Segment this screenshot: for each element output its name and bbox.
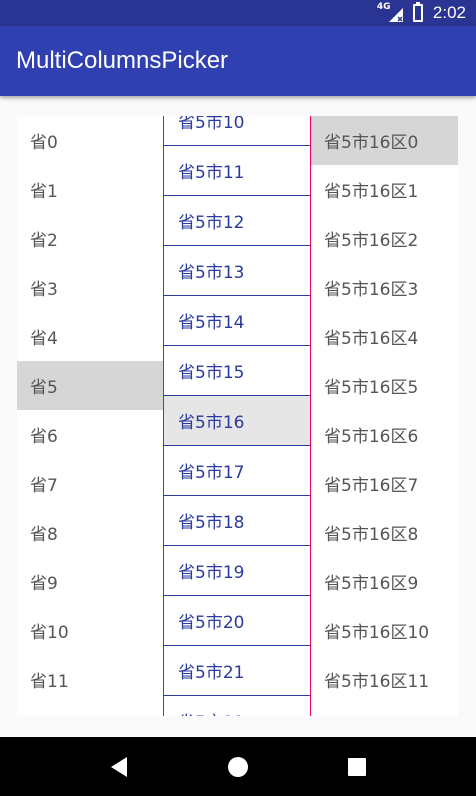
province-item[interactable]: 省1: [17, 165, 163, 214]
city-item[interactable]: 省5市14: [164, 296, 310, 346]
navigation-bar: [0, 737, 476, 796]
district-item[interactable]: 省5市16区6: [311, 410, 458, 459]
district-item[interactable]: 省5市16区7: [311, 459, 458, 508]
district-item[interactable]: 省5市16区5: [311, 361, 458, 410]
district-item[interactable]: 省5市16区4: [311, 312, 458, 361]
back-icon[interactable]: [99, 747, 139, 787]
province-item[interactable]: 省0: [17, 116, 163, 165]
cell-signal-icon: 4G: [377, 2, 403, 22]
city-item[interactable]: 省5市12: [164, 196, 310, 246]
district-column[interactable]: 省5市16区0 省5市16区1 省5市16区2 省5市16区3 省5市16区4 省5市16…: [311, 116, 458, 716]
app-title: MultiColumnsPicker: [16, 47, 229, 74]
district-item[interactable]: 省5市16区1: [311, 165, 458, 214]
province-item[interactable]: 省5: [17, 361, 163, 410]
recents-icon[interactable]: [337, 747, 377, 787]
city-item[interactable]: 省5市20: [164, 596, 310, 646]
city-column[interactable]: 省5市10 省5市11 省5市12 省5市13 省5市14 省5市15 省5市16 省5市17…: [163, 116, 311, 716]
home-icon[interactable]: [218, 747, 258, 787]
city-item[interactable]: 省5市18: [164, 496, 310, 546]
battery-icon: [412, 2, 423, 22]
district-item[interactable]: 省5市16区0: [311, 116, 458, 165]
district-item[interactable]: 省5市16区2: [311, 214, 458, 263]
city-item[interactable]: 省5市19: [164, 546, 310, 596]
app-bar: MultiColumnsPicker: [0, 26, 476, 96]
province-item[interactable]: 省6: [17, 410, 163, 459]
city-item[interactable]: 省5市10: [164, 116, 310, 146]
district-item[interactable]: 省5市16区9: [311, 557, 458, 606]
province-item[interactable]: 省11: [17, 655, 163, 704]
city-item[interactable]: 省5市17: [164, 446, 310, 496]
province-item[interactable]: 省7: [17, 459, 163, 508]
province-item[interactable]: 省4: [17, 312, 163, 361]
province-item[interactable]: 省2: [17, 214, 163, 263]
city-item[interactable]: 省5市13: [164, 246, 310, 296]
city-item[interactable]: 省5市21: [164, 646, 310, 696]
province-item[interactable]: 省9: [17, 557, 163, 606]
province-item[interactable]: 省8: [17, 508, 163, 557]
province-column[interactable]: 省0 省1 省2 省3 省4 省5 省6 省7 省8 省9 省10 省11: [17, 116, 163, 716]
city-item[interactable]: 省5市15: [164, 346, 310, 396]
city-item[interactable]: 省5市16: [164, 396, 310, 446]
city-item[interactable]: 省5市11: [164, 146, 310, 196]
status-bar: 4G 2:02: [0, 0, 476, 26]
district-item[interactable]: 省5市16区10: [311, 606, 458, 655]
district-item[interactable]: 省5市16区8: [311, 508, 458, 557]
province-item[interactable]: 省10: [17, 606, 163, 655]
clock: 2:02: [432, 3, 466, 22]
multi-columns-picker: 省0 省1 省2 省3 省4 省5 省6 省7 省8 省9 省10 省11 省5市10 省5市11 省5市…: [17, 116, 458, 716]
city-item[interactable]: 省5市22: [164, 696, 310, 716]
province-item[interactable]: 省3: [17, 263, 163, 312]
district-item[interactable]: 省5市16区11: [311, 655, 458, 704]
district-item[interactable]: 省5市16区3: [311, 263, 458, 312]
